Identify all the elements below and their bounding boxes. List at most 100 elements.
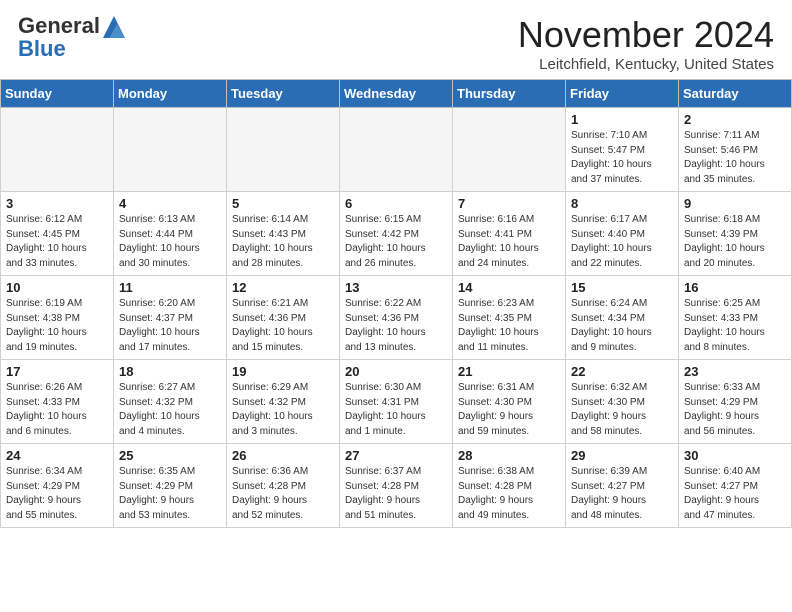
calendar-cell: 6 Sunrise: 6:15 AM Sunset: 4:42 PM Daylig… <box>340 192 453 276</box>
calendar-cell: 26 Sunrise: 6:36 AM Sunset: 4:28 PM Dayli… <box>227 444 340 528</box>
calendar-cell: 11 Sunrise: 6:20 AM Sunset: 4:37 PM Dayli… <box>114 276 227 360</box>
day-number: 7 <box>458 196 560 211</box>
calendar-week-1: 1 Sunrise: 7:10 AM Sunset: 5:47 PM Daylig… <box>1 108 792 192</box>
calendar-cell: 14Sunrise: 6:23 AM Sunset: 4:35 PM Dayli… <box>453 276 566 360</box>
day-info: Sunrise: 6:31 AM Sunset: 4:30 PM Dayligh… <box>458 381 560 439</box>
day-info: Sunrise: 6:19 AM Sunset: 4:38 PM Dayligh… <box>6 297 108 355</box>
day-number: 5 <box>232 196 334 211</box>
calendar-cell <box>453 108 566 192</box>
calendar-week-4: 17Sunrise: 6:26 AM Sunset: 4:33 PM Dayli… <box>1 360 792 444</box>
calendar-cell: 9Sunrise: 6:18 AM Sunset: 4:39 PM Daylig… <box>679 192 792 276</box>
day-info: Sunrise: 6:33 AM Sunset: 4:29 PM Dayligh… <box>684 381 786 439</box>
day-number: 6 <box>345 196 447 211</box>
day-info: Sunrise: 6:37 AM Sunset: 4:28 PM Dayligh… <box>345 465 447 523</box>
logo-general: General <box>18 14 125 38</box>
day-header-tuesday: Tuesday <box>227 80 340 108</box>
calendar-week-3: 10 Sunrise: 6:19 AM Sunset: 4:38 PM Dayli… <box>1 276 792 360</box>
day-number: 23 <box>684 364 786 379</box>
calendar-cell: 17Sunrise: 6:26 AM Sunset: 4:33 PM Dayli… <box>1 360 114 444</box>
day-info: Sunrise: 6:17 AM Sunset: 4:40 PM Dayligh… <box>571 213 673 271</box>
day-number: 3 <box>6 196 108 211</box>
day-header-friday: Friday <box>566 80 679 108</box>
title-block: November 2024 Leitchfield, Kentucky, Uni… <box>518 14 774 73</box>
day-number: 24 <box>6 448 108 463</box>
day-number: 21 <box>458 364 560 379</box>
day-info: Sunrise: 7:11 AM Sunset: 5:46 PM Dayligh… <box>684 129 786 187</box>
calendar-cell: 7 Sunrise: 6:16 AM Sunset: 4:41 PM Daylig… <box>453 192 566 276</box>
calendar-cell: 30 Sunrise: 6:40 AM Sunset: 4:27 PM Dayli… <box>679 444 792 528</box>
day-info: Sunrise: 6:24 AM Sunset: 4:34 PM Dayligh… <box>571 297 673 355</box>
day-info: Sunrise: 6:39 AM Sunset: 4:27 PM Dayligh… <box>571 465 673 523</box>
calendar-cell: 16Sunrise: 6:25 AM Sunset: 4:33 PM Dayli… <box>679 276 792 360</box>
calendar-cell: 15Sunrise: 6:24 AM Sunset: 4:34 PM Dayli… <box>566 276 679 360</box>
calendar-week-2: 3 Sunrise: 6:12 AM Sunset: 4:45 PM Daylig… <box>1 192 792 276</box>
day-info: Sunrise: 6:27 AM Sunset: 4:32 PM Dayligh… <box>119 381 221 439</box>
day-info: Sunrise: 6:21 AM Sunset: 4:36 PM Dayligh… <box>232 297 334 355</box>
calendar-cell: 3 Sunrise: 6:12 AM Sunset: 4:45 PM Daylig… <box>1 192 114 276</box>
calendar-cell: 23 Sunrise: 6:33 AM Sunset: 4:29 PM Dayli… <box>679 360 792 444</box>
day-number: 1 <box>571 112 673 127</box>
calendar-cell: 18Sunrise: 6:27 AM Sunset: 4:32 PM Dayli… <box>114 360 227 444</box>
day-number: 13 <box>345 280 447 295</box>
day-number: 4 <box>119 196 221 211</box>
day-number: 30 <box>684 448 786 463</box>
day-number: 10 <box>6 280 108 295</box>
calendar-cell: 25 Sunrise: 6:35 AM Sunset: 4:29 PM Dayli… <box>114 444 227 528</box>
logo-blue: Blue <box>18 38 125 60</box>
day-number: 29 <box>571 448 673 463</box>
day-info: Sunrise: 6:20 AM Sunset: 4:37 PM Dayligh… <box>119 297 221 355</box>
day-header-wednesday: Wednesday <box>340 80 453 108</box>
calendar-cell <box>340 108 453 192</box>
calendar-cell: 12 Sunrise: 6:21 AM Sunset: 4:36 PM Dayli… <box>227 276 340 360</box>
day-info: Sunrise: 6:16 AM Sunset: 4:41 PM Dayligh… <box>458 213 560 271</box>
day-info: Sunrise: 6:36 AM Sunset: 4:28 PM Dayligh… <box>232 465 334 523</box>
calendar-cell: 21 Sunrise: 6:31 AM Sunset: 4:30 PM Dayli… <box>453 360 566 444</box>
day-info: Sunrise: 6:12 AM Sunset: 4:45 PM Dayligh… <box>6 213 108 271</box>
day-number: 25 <box>119 448 221 463</box>
day-info: Sunrise: 6:14 AM Sunset: 4:43 PM Dayligh… <box>232 213 334 271</box>
day-info: Sunrise: 6:38 AM Sunset: 4:28 PM Dayligh… <box>458 465 560 523</box>
calendar-cell <box>114 108 227 192</box>
calendar-cell <box>227 108 340 192</box>
day-info: Sunrise: 6:35 AM Sunset: 4:29 PM Dayligh… <box>119 465 221 523</box>
day-info: Sunrise: 6:34 AM Sunset: 4:29 PM Dayligh… <box>6 465 108 523</box>
calendar-cell: 27 Sunrise: 6:37 AM Sunset: 4:28 PM Dayli… <box>340 444 453 528</box>
day-number: 8 <box>571 196 673 211</box>
calendar-cell <box>1 108 114 192</box>
day-header-monday: Monday <box>114 80 227 108</box>
day-info: Sunrise: 6:22 AM Sunset: 4:36 PM Dayligh… <box>345 297 447 355</box>
day-number: 19 <box>232 364 334 379</box>
calendar-cell: 2 Sunrise: 7:11 AM Sunset: 5:46 PM Daylig… <box>679 108 792 192</box>
day-number: 11 <box>119 280 221 295</box>
day-info: Sunrise: 7:10 AM Sunset: 5:47 PM Dayligh… <box>571 129 673 187</box>
day-info: Sunrise: 6:32 AM Sunset: 4:30 PM Dayligh… <box>571 381 673 439</box>
day-info: Sunrise: 6:23 AM Sunset: 4:35 PM Dayligh… <box>458 297 560 355</box>
day-number: 12 <box>232 280 334 295</box>
day-number: 2 <box>684 112 786 127</box>
day-info: Sunrise: 6:15 AM Sunset: 4:42 PM Dayligh… <box>345 213 447 271</box>
calendar-week-5: 24 Sunrise: 6:34 AM Sunset: 4:29 PM Dayli… <box>1 444 792 528</box>
calendar-cell: 5 Sunrise: 6:14 AM Sunset: 4:43 PM Daylig… <box>227 192 340 276</box>
calendar-cell: 29 Sunrise: 6:39 AM Sunset: 4:27 PM Dayli… <box>566 444 679 528</box>
calendar-cell: 10 Sunrise: 6:19 AM Sunset: 4:38 PM Dayli… <box>1 276 114 360</box>
day-info: Sunrise: 6:18 AM Sunset: 4:39 PM Dayligh… <box>684 213 786 271</box>
day-info: Sunrise: 6:25 AM Sunset: 4:33 PM Dayligh… <box>684 297 786 355</box>
logo: General Blue <box>18 14 125 60</box>
month-title: November 2024 <box>518 14 774 56</box>
calendar-table: SundayMondayTuesdayWednesdayThursdayFrid… <box>0 79 792 528</box>
day-info: Sunrise: 6:26 AM Sunset: 4:33 PM Dayligh… <box>6 381 108 439</box>
calendar-cell: 28 Sunrise: 6:38 AM Sunset: 4:28 PM Dayli… <box>453 444 566 528</box>
header-row: SundayMondayTuesdayWednesdayThursdayFrid… <box>1 80 792 108</box>
day-number: 27 <box>345 448 447 463</box>
calendar-cell: 13 Sunrise: 6:22 AM Sunset: 4:36 PM Dayli… <box>340 276 453 360</box>
calendar-cell: 20Sunrise: 6:30 AM Sunset: 4:31 PM Dayli… <box>340 360 453 444</box>
day-info: Sunrise: 6:40 AM Sunset: 4:27 PM Dayligh… <box>684 465 786 523</box>
day-number: 26 <box>232 448 334 463</box>
day-number: 22 <box>571 364 673 379</box>
calendar-cell: 8 Sunrise: 6:17 AM Sunset: 4:40 PM Daylig… <box>566 192 679 276</box>
day-info: Sunrise: 6:29 AM Sunset: 4:32 PM Dayligh… <box>232 381 334 439</box>
calendar-cell: 24 Sunrise: 6:34 AM Sunset: 4:29 PM Dayli… <box>1 444 114 528</box>
day-number: 28 <box>458 448 560 463</box>
day-header-saturday: Saturday <box>679 80 792 108</box>
day-info: Sunrise: 6:30 AM Sunset: 4:31 PM Dayligh… <box>345 381 447 439</box>
